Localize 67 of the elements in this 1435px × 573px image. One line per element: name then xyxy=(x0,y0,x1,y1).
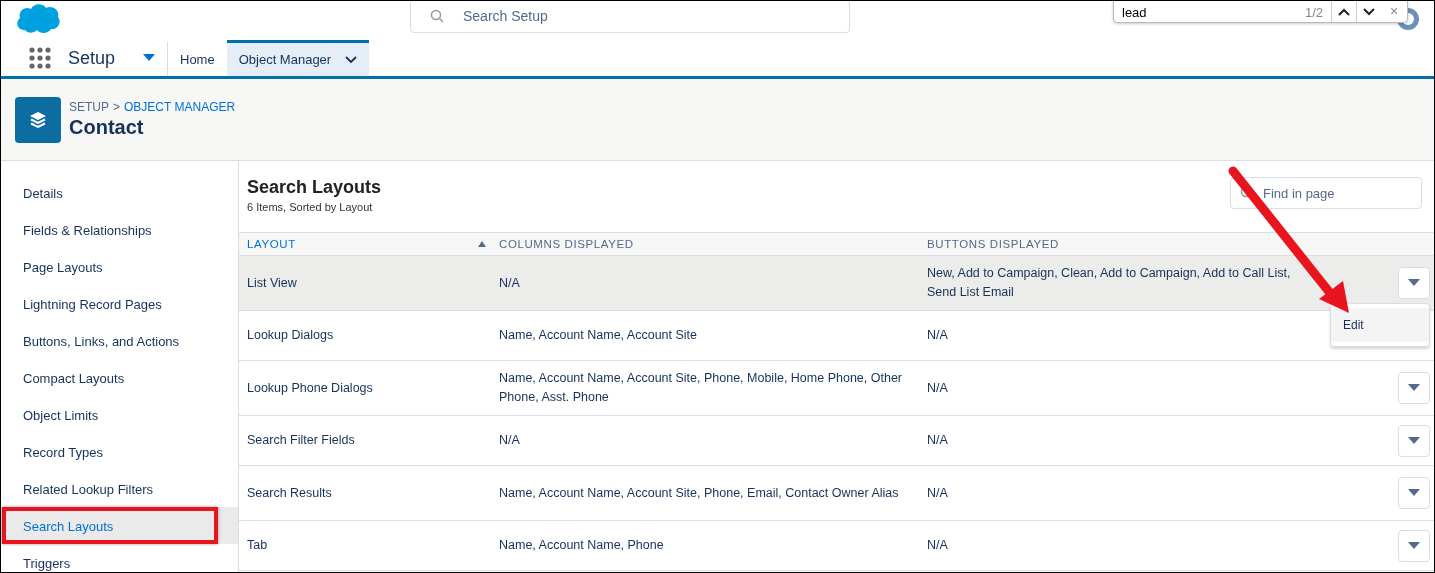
table-cell-text: Name, Account Name, Account Site xyxy=(499,327,699,344)
table-cell-text: N/A xyxy=(927,432,949,449)
find-field[interactable]: lead xyxy=(1114,1,1272,20)
table-cell-text: N/A xyxy=(499,274,521,292)
search-field[interactable]: Search Setup xyxy=(410,1,850,33)
sidebar-item[interactable]: Search Layouts xyxy=(1,507,238,544)
row-menu-button[interactable] xyxy=(1398,477,1430,509)
table-row[interactable]: Search Filter Fields N/A N/A xyxy=(239,416,1434,466)
breadcrumb-link[interactable]: OBJECT MANAGER xyxy=(124,100,236,114)
table-cell-text: N/A xyxy=(927,327,949,344)
find-field[interactable]: Find in page xyxy=(1230,177,1422,209)
row-menu-button[interactable] xyxy=(1398,267,1430,299)
row-menu-button[interactable] xyxy=(1398,372,1430,404)
chevron-icon[interactable] xyxy=(345,55,358,64)
caret-icon[interactable] xyxy=(1408,279,1420,287)
breadcrumb-text: > xyxy=(113,100,121,114)
table-row[interactable]: List View N/A New, Add to Campaign, Clean, Add to Campaign, Add to Call List, Send List Email xyxy=(239,256,1434,311)
layers-icon xyxy=(15,96,61,143)
table-cell-text: N/A xyxy=(499,432,521,449)
breadcrumb-text: SETUP xyxy=(69,100,109,114)
table-row[interactable]: Lookup Phone Dialogs Name, Account Name, Account Site, Phone, Mobile, Home Phone, Other Phone, Asst. Phone N/A xyxy=(239,361,1434,416)
table-cell-text: Lookup Phone Dialogs xyxy=(246,379,374,397)
caret-icon[interactable] xyxy=(1408,436,1420,445)
caret-icon[interactable] xyxy=(1408,384,1420,392)
table-cell-text: Name, Account Name, Account Site, Phone, Email, Contact Owner Alias xyxy=(499,484,900,502)
section-title: Search Layouts xyxy=(247,177,382,198)
table-cell-text: N/A xyxy=(927,484,949,502)
sidebar-item[interactable]: Compact Layouts xyxy=(1,359,238,396)
row-menu-button[interactable] xyxy=(1398,424,1430,457)
caret-icon[interactable] xyxy=(1408,489,1420,497)
table-cell-text: Lookup Dialogs xyxy=(246,327,335,344)
find-bar[interactable]: lead 1/2 × xyxy=(1113,1,1408,23)
row-menu-button[interactable] xyxy=(1398,529,1430,562)
table-cell-text: N/A xyxy=(927,379,949,397)
table-cell-text: Search Filter Fields xyxy=(246,432,356,449)
sidebar-item[interactable]: Triggers xyxy=(1,544,238,572)
cloud-logo xyxy=(15,2,61,36)
caret-icon[interactable] xyxy=(1408,541,1420,550)
item-count: 6 Items, Sorted by Layout xyxy=(247,201,374,213)
table-row[interactable]: Tab Name, Account Name, Phone N/A xyxy=(239,521,1434,571)
sort-arrow-icon[interactable] xyxy=(478,241,486,247)
match-count: 1/2 xyxy=(1304,3,1324,20)
sidebar-item[interactable]: Object Limits xyxy=(1,396,238,433)
table-cell-text: N/A xyxy=(927,537,949,554)
sidebar-item[interactable]: Related Lookup Filters xyxy=(1,470,238,507)
sidebar-item[interactable]: Fields & Relationships xyxy=(1,211,238,248)
table-cell-text: Name, Account Name, Account Site, Phone, Mobile, Home Phone, Other Phone, Asst. Phone xyxy=(499,370,903,406)
column-header[interactable]: COLUMNS DISPLAYED xyxy=(499,238,927,250)
table-cell-text: New, Add to Campaign, Clean, Add to Campaign, Add to Call List, Send List Email xyxy=(927,265,1292,301)
table-row[interactable]: Search Results Name, Account Name, Account Site, Phone, Email, Contact Owner Alias N/A xyxy=(239,466,1434,521)
table-cell-text: Tab xyxy=(246,537,269,554)
table-cell-text: Name, Account Name, Phone xyxy=(499,537,665,554)
sidebar-item[interactable]: Record Types xyxy=(1,433,238,470)
table-cell-text: List View xyxy=(246,274,298,292)
nav-tab[interactable]: Object Manager xyxy=(226,40,370,76)
close-button[interactable]: × xyxy=(1381,1,1407,19)
sidebar-item[interactable]: Page Layouts xyxy=(1,248,238,285)
sidebar-item[interactable]: Details xyxy=(1,174,238,211)
nav-tab[interactable]: Home xyxy=(167,40,227,76)
sidebar-item[interactable]: Buttons, Links, and Actions xyxy=(1,322,238,359)
column-header[interactable]: BUTTONS DISPLAYED xyxy=(927,238,1317,250)
app-name: Setup xyxy=(68,46,117,70)
column-header[interactable]: LAYOUT xyxy=(239,238,491,250)
sidebar-item[interactable]: Lightning Record Pages xyxy=(1,285,238,322)
page-title: Contact xyxy=(69,116,145,139)
menu-item[interactable]: Edit xyxy=(1331,308,1429,342)
table-cell-text: Search Results xyxy=(246,484,333,502)
